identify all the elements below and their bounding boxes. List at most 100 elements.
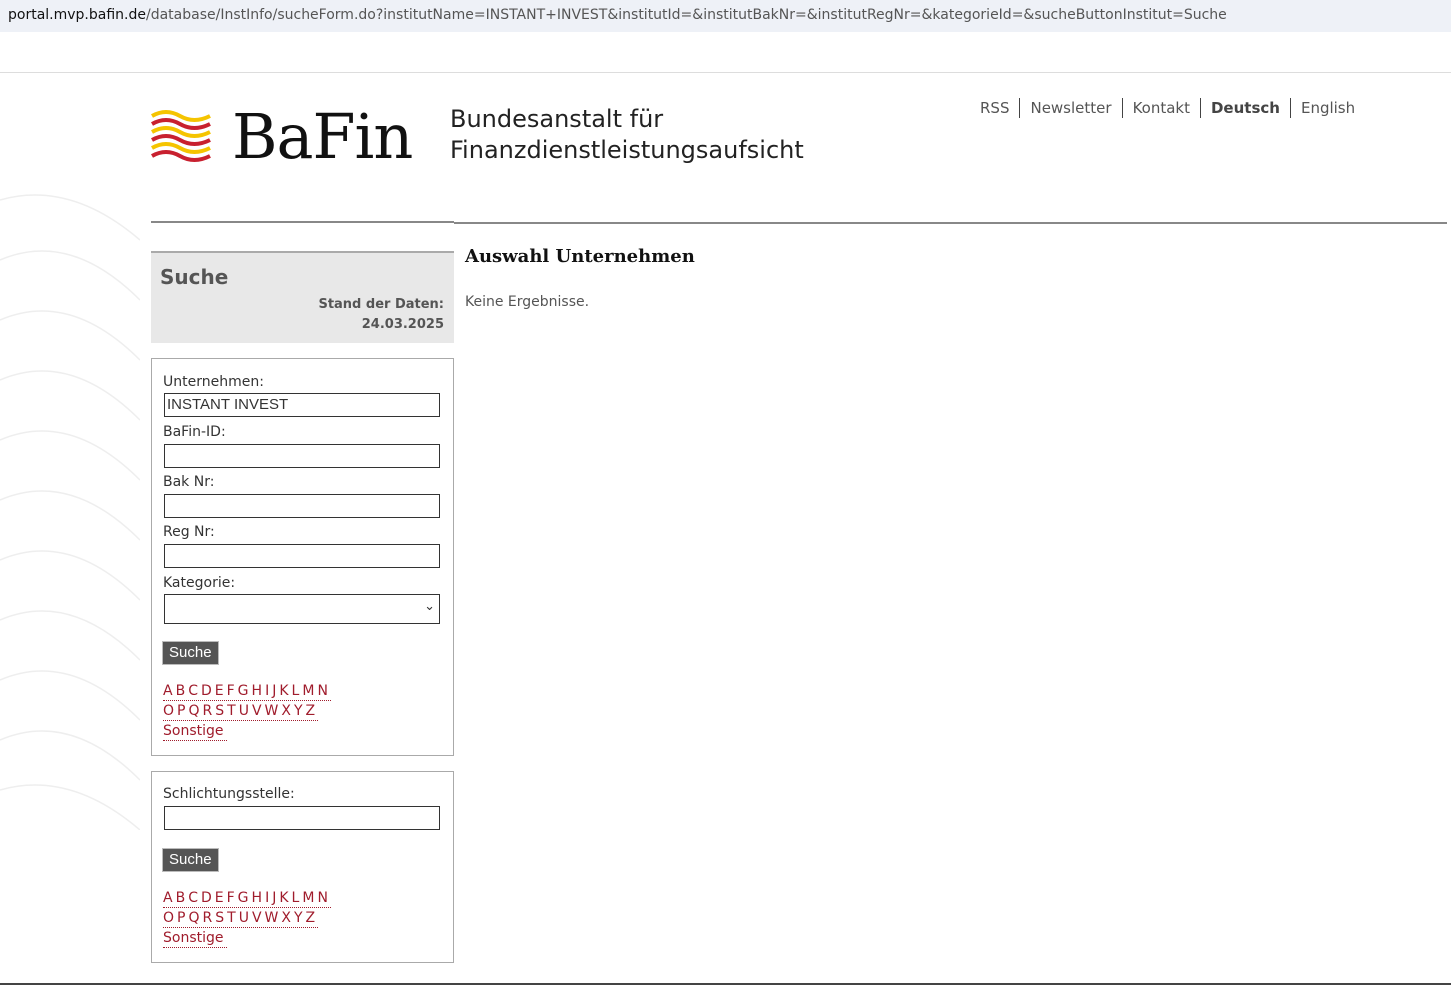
bafin-id-input[interactable] xyxy=(164,444,440,468)
letter-link-d[interactable]: D xyxy=(201,890,212,906)
letter-link-c[interactable]: C xyxy=(188,890,198,906)
letter-link-c[interactable]: C xyxy=(188,683,198,699)
search-button[interactable]: Suche xyxy=(162,848,219,872)
letter-link-d[interactable]: D xyxy=(201,683,212,699)
schlichtungsstelle-label: Schlichtungsstelle: xyxy=(163,786,295,802)
schlichtungsstelle-input[interactable] xyxy=(164,806,440,830)
results-title: Auswahl Unternehmen xyxy=(465,246,695,267)
search-header: Suche Stand der Daten: 24.03.2025 xyxy=(151,251,454,343)
bafin-id-label: BaFin-ID: xyxy=(163,424,226,440)
company-search-form: Unternehmen: INSTANT INVEST BaFin-ID: Ba… xyxy=(151,358,454,756)
letter-link-b[interactable]: B xyxy=(176,890,186,906)
agency-name: Bundesanstalt für Finanzdienstleistungsau… xyxy=(450,105,804,164)
letters-row-2: OPQRSTUVWXYZ xyxy=(163,909,319,928)
letter-link-q[interactable]: Q xyxy=(188,703,199,719)
data-date-label: Stand der Daten: xyxy=(318,297,444,312)
letter-link-z[interactable]: Z xyxy=(306,703,316,719)
letter-link-w[interactable]: W xyxy=(265,703,279,719)
letter-link-s[interactable]: S xyxy=(215,910,224,926)
letter-link-h[interactable]: H xyxy=(252,683,263,699)
alphabet-index: ABCDEFGHIJKLMN OPQRSTUVWXYZ Sonstige xyxy=(163,888,331,948)
search-title: Suche xyxy=(160,265,229,289)
letter-link-l[interactable]: L xyxy=(292,683,300,699)
letter-link-i[interactable]: I xyxy=(265,890,269,906)
letter-link-y[interactable]: Y xyxy=(294,703,303,719)
letter-link-u[interactable]: U xyxy=(239,910,249,926)
letter-link-o[interactable]: O xyxy=(163,910,174,926)
letter-link-n[interactable]: N xyxy=(317,890,327,906)
arbitration-search-form: Schlichtungsstelle: Suche ABCDEFGHIJKLMN… xyxy=(151,771,454,963)
alphabet-index: ABCDEFGHIJKLMN OPQRSTUVWXYZ Sonstige xyxy=(163,681,331,741)
letter-link-b[interactable]: B xyxy=(176,683,186,699)
chevron-down-icon: ⌄ xyxy=(424,598,435,613)
letter-link-v[interactable]: V xyxy=(252,703,262,719)
url-host: portal.mvp.bafin.de xyxy=(8,7,146,23)
bak-nr-input[interactable] xyxy=(164,494,440,518)
nav-deutsch[interactable]: Deutsch xyxy=(1199,98,1290,118)
letter-link-e[interactable]: E xyxy=(215,890,224,906)
letter-link-g[interactable]: G xyxy=(238,890,249,906)
divider xyxy=(0,72,1451,73)
nav-rss[interactable]: RSS xyxy=(970,98,1019,118)
letter-link-w[interactable]: W xyxy=(265,910,279,926)
nav-kontakt[interactable]: Kontakt xyxy=(1121,98,1200,118)
letter-link-sonstige[interactable]: Sonstige xyxy=(163,723,224,739)
letter-link-t[interactable]: T xyxy=(227,703,236,719)
letter-link-j[interactable]: J xyxy=(272,890,276,906)
letter-link-u[interactable]: U xyxy=(239,703,249,719)
letter-link-r[interactable]: R xyxy=(203,910,213,926)
search-button[interactable]: Suche xyxy=(162,641,219,665)
letter-link-m[interactable]: M xyxy=(302,683,314,699)
bafin-logo[interactable]: BaFin xyxy=(150,100,413,173)
letter-link-m[interactable]: M xyxy=(302,890,314,906)
bafin-waves-icon xyxy=(151,109,211,162)
url-path: /database/InstInfo/sucheForm.do?institut… xyxy=(145,7,1227,23)
kategorie-select[interactable]: ⌄ xyxy=(164,594,440,624)
bak-nr-label: Bak Nr: xyxy=(163,474,215,490)
letter-link-sonstige[interactable]: Sonstige xyxy=(163,930,224,946)
letter-link-l[interactable]: L xyxy=(292,890,300,906)
letter-link-k[interactable]: K xyxy=(279,683,288,699)
results-message: Keine Ergebnisse. xyxy=(465,294,590,310)
background-wave-decoration xyxy=(0,194,140,830)
kategorie-label: Kategorie: xyxy=(163,575,236,591)
letter-link-a[interactable]: A xyxy=(163,890,173,906)
letter-link-x[interactable]: X xyxy=(281,910,291,926)
letter-link-f[interactable]: F xyxy=(227,683,235,699)
letter-link-j[interactable]: J xyxy=(272,683,276,699)
letter-link-o[interactable]: O xyxy=(163,703,174,719)
letter-link-t[interactable]: T xyxy=(227,910,236,926)
reg-nr-input[interactable] xyxy=(164,544,440,568)
letter-link-y[interactable]: Y xyxy=(294,910,303,926)
letter-link-s[interactable]: S xyxy=(215,703,224,719)
divider xyxy=(151,221,454,223)
letters-row-1: ABCDEFGHIJKLMN xyxy=(163,889,331,908)
reg-nr-label: Reg Nr: xyxy=(163,524,215,540)
letter-link-p[interactable]: P xyxy=(177,910,185,926)
letter-link-z[interactable]: Z xyxy=(306,910,316,926)
letter-link-v[interactable]: V xyxy=(252,910,262,926)
address-bar[interactable]: portal.mvp.bafin.de/database/InstInfo/su… xyxy=(0,0,1451,32)
letters-row-2: OPQRSTUVWXYZ xyxy=(163,702,319,721)
divider xyxy=(454,222,1447,224)
logo-wordmark: BaFin xyxy=(232,100,413,173)
company-input[interactable]: INSTANT INVEST xyxy=(164,393,440,417)
letter-link-n[interactable]: N xyxy=(317,683,327,699)
company-label: Unternehmen: xyxy=(163,374,264,390)
letter-link-e[interactable]: E xyxy=(215,683,224,699)
nav-english[interactable]: English xyxy=(1289,98,1365,118)
letter-link-g[interactable]: G xyxy=(238,683,249,699)
letters-row-1: ABCDEFGHIJKLMN xyxy=(163,682,331,701)
letter-link-q[interactable]: Q xyxy=(188,910,199,926)
letter-link-i[interactable]: I xyxy=(265,683,269,699)
letter-link-h[interactable]: H xyxy=(252,890,263,906)
letter-link-p[interactable]: P xyxy=(177,703,185,719)
letter-link-x[interactable]: X xyxy=(281,703,291,719)
letter-link-r[interactable]: R xyxy=(203,703,213,719)
nav-newsletter[interactable]: Newsletter xyxy=(1019,98,1121,118)
letter-link-k[interactable]: K xyxy=(279,890,288,906)
data-date: 24.03.2025 xyxy=(361,317,444,332)
top-nav: RSS Newsletter Kontakt Deutsch English xyxy=(970,98,1365,118)
letter-link-a[interactable]: A xyxy=(163,683,173,699)
letter-link-f[interactable]: F xyxy=(227,890,235,906)
